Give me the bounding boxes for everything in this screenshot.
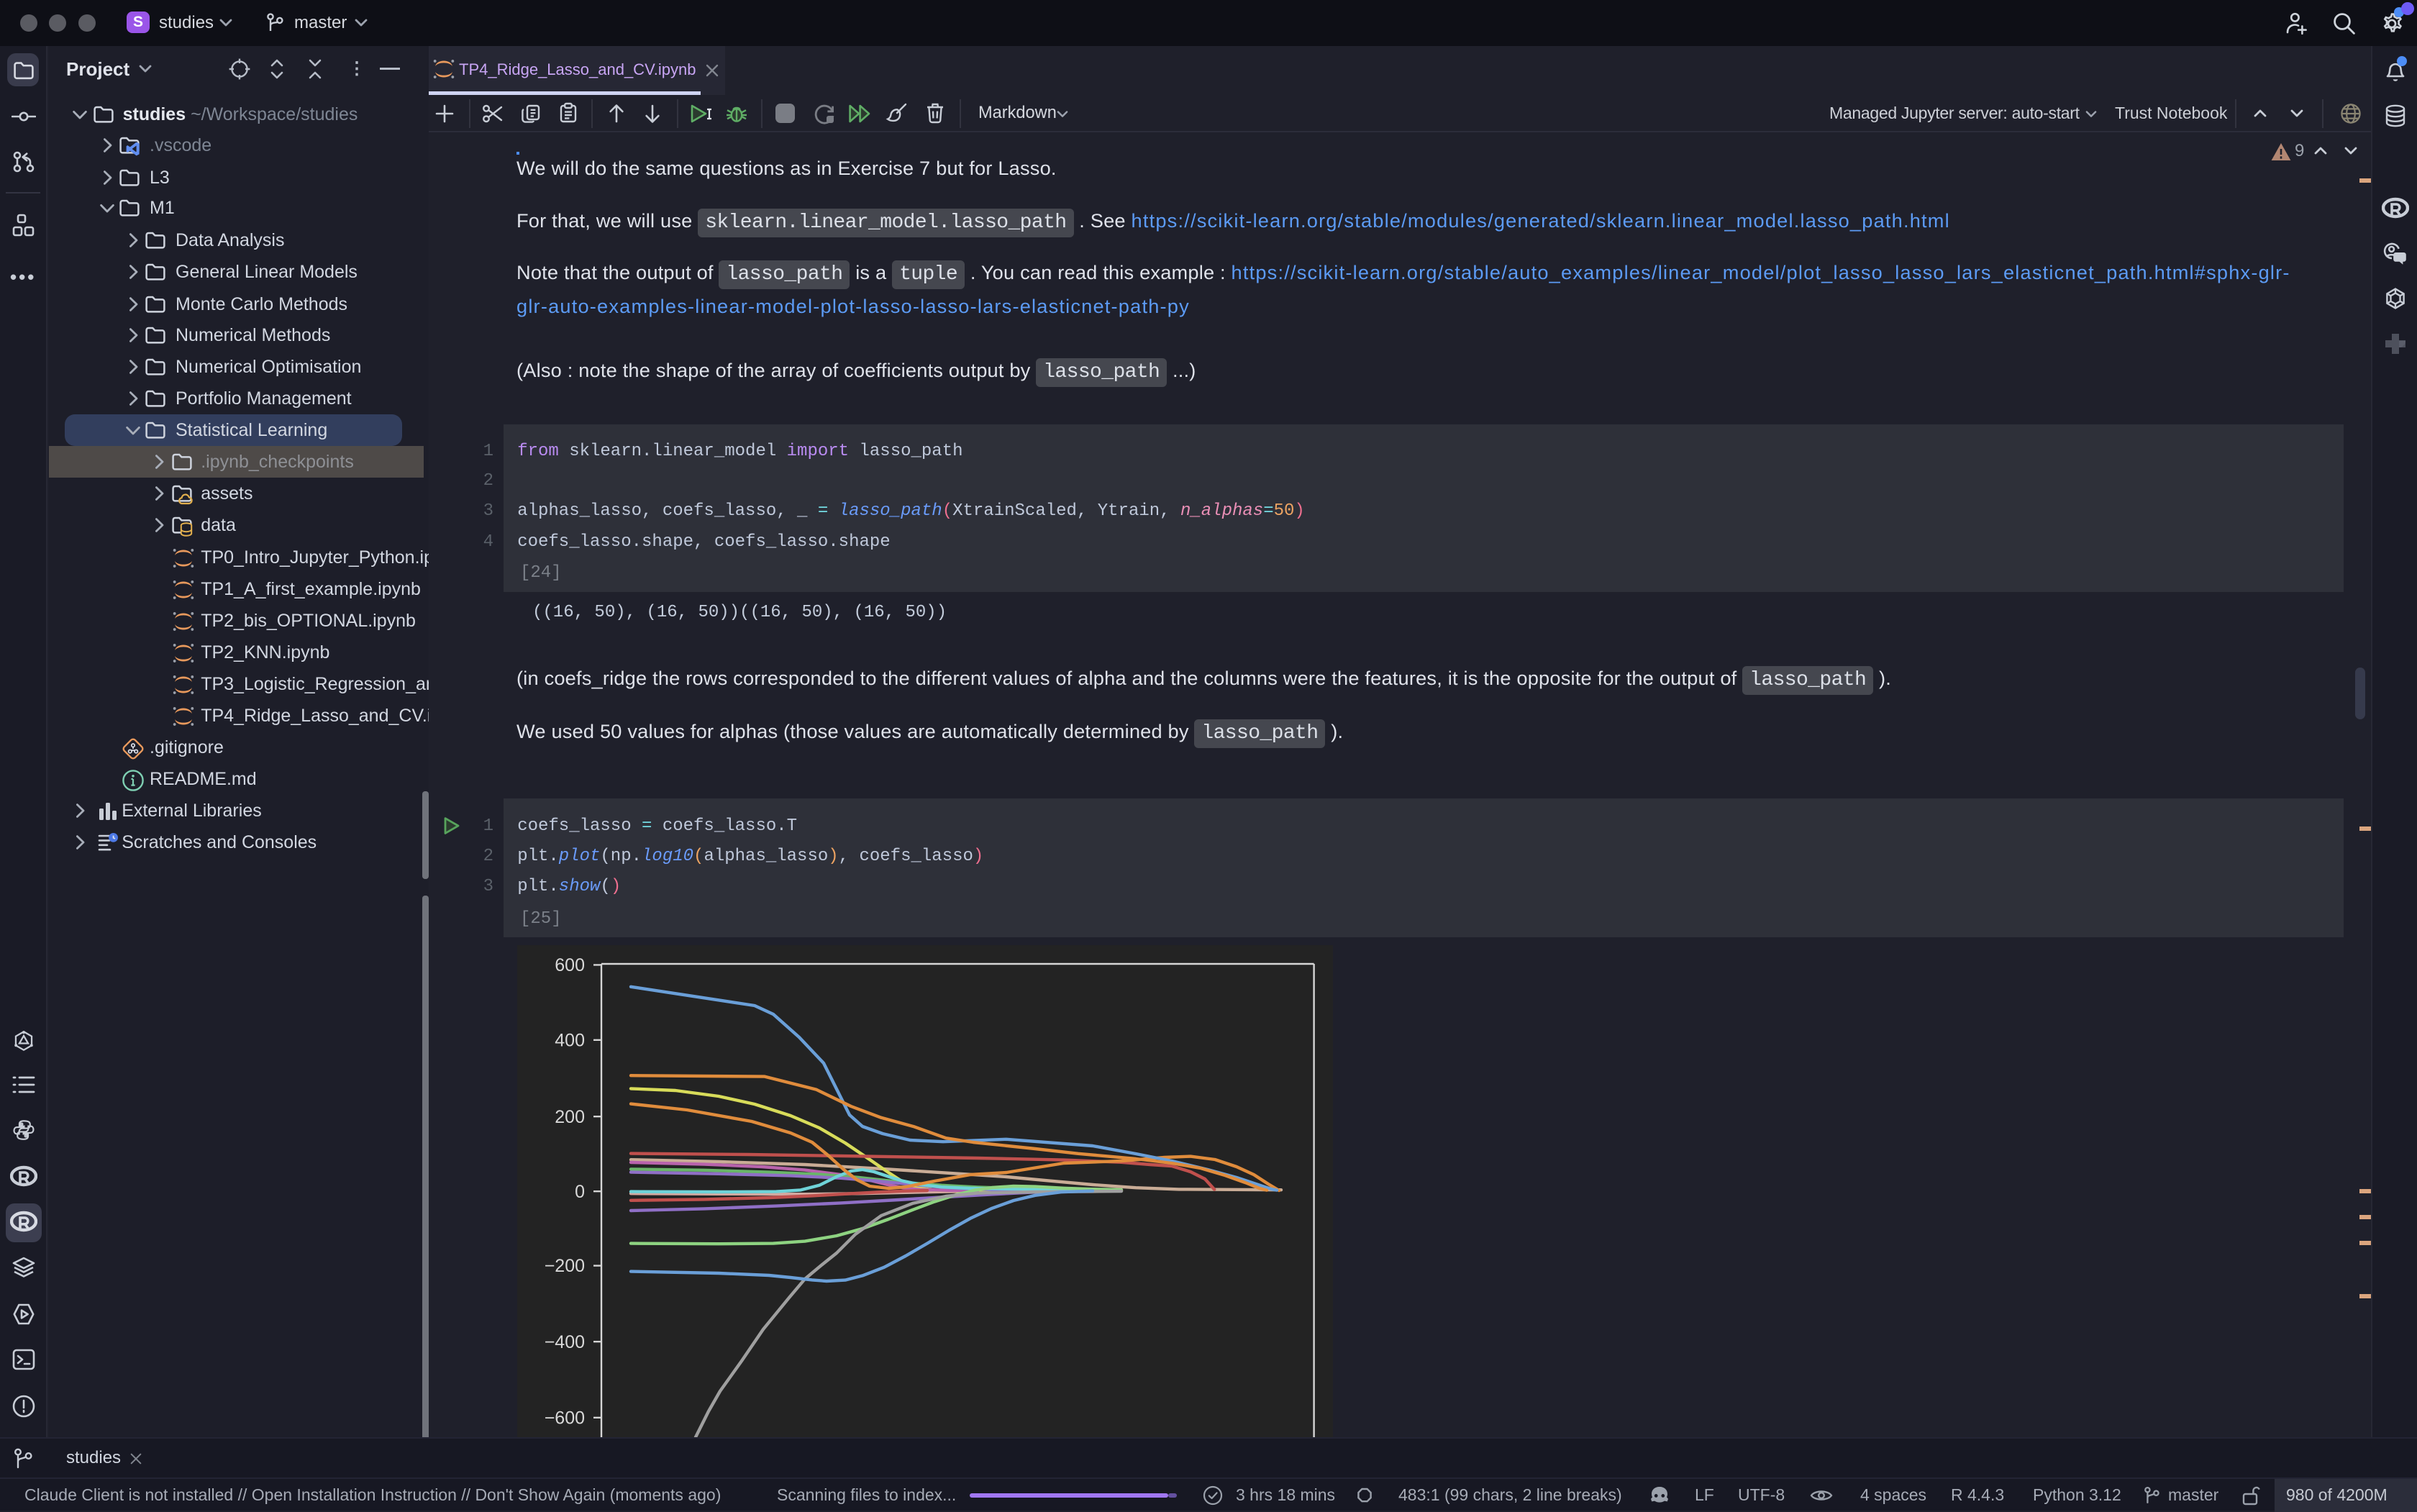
svg-text:400: 400 bbox=[555, 1030, 585, 1050]
svg-text:0: 0 bbox=[575, 1182, 585, 1202]
svg-text:600: 600 bbox=[555, 955, 585, 975]
svg-text:200: 200 bbox=[555, 1107, 585, 1127]
svg-text:−200: −200 bbox=[544, 1256, 584, 1276]
svg-text:−600: −600 bbox=[544, 1408, 584, 1428]
svg-text:−400: −400 bbox=[544, 1332, 584, 1352]
